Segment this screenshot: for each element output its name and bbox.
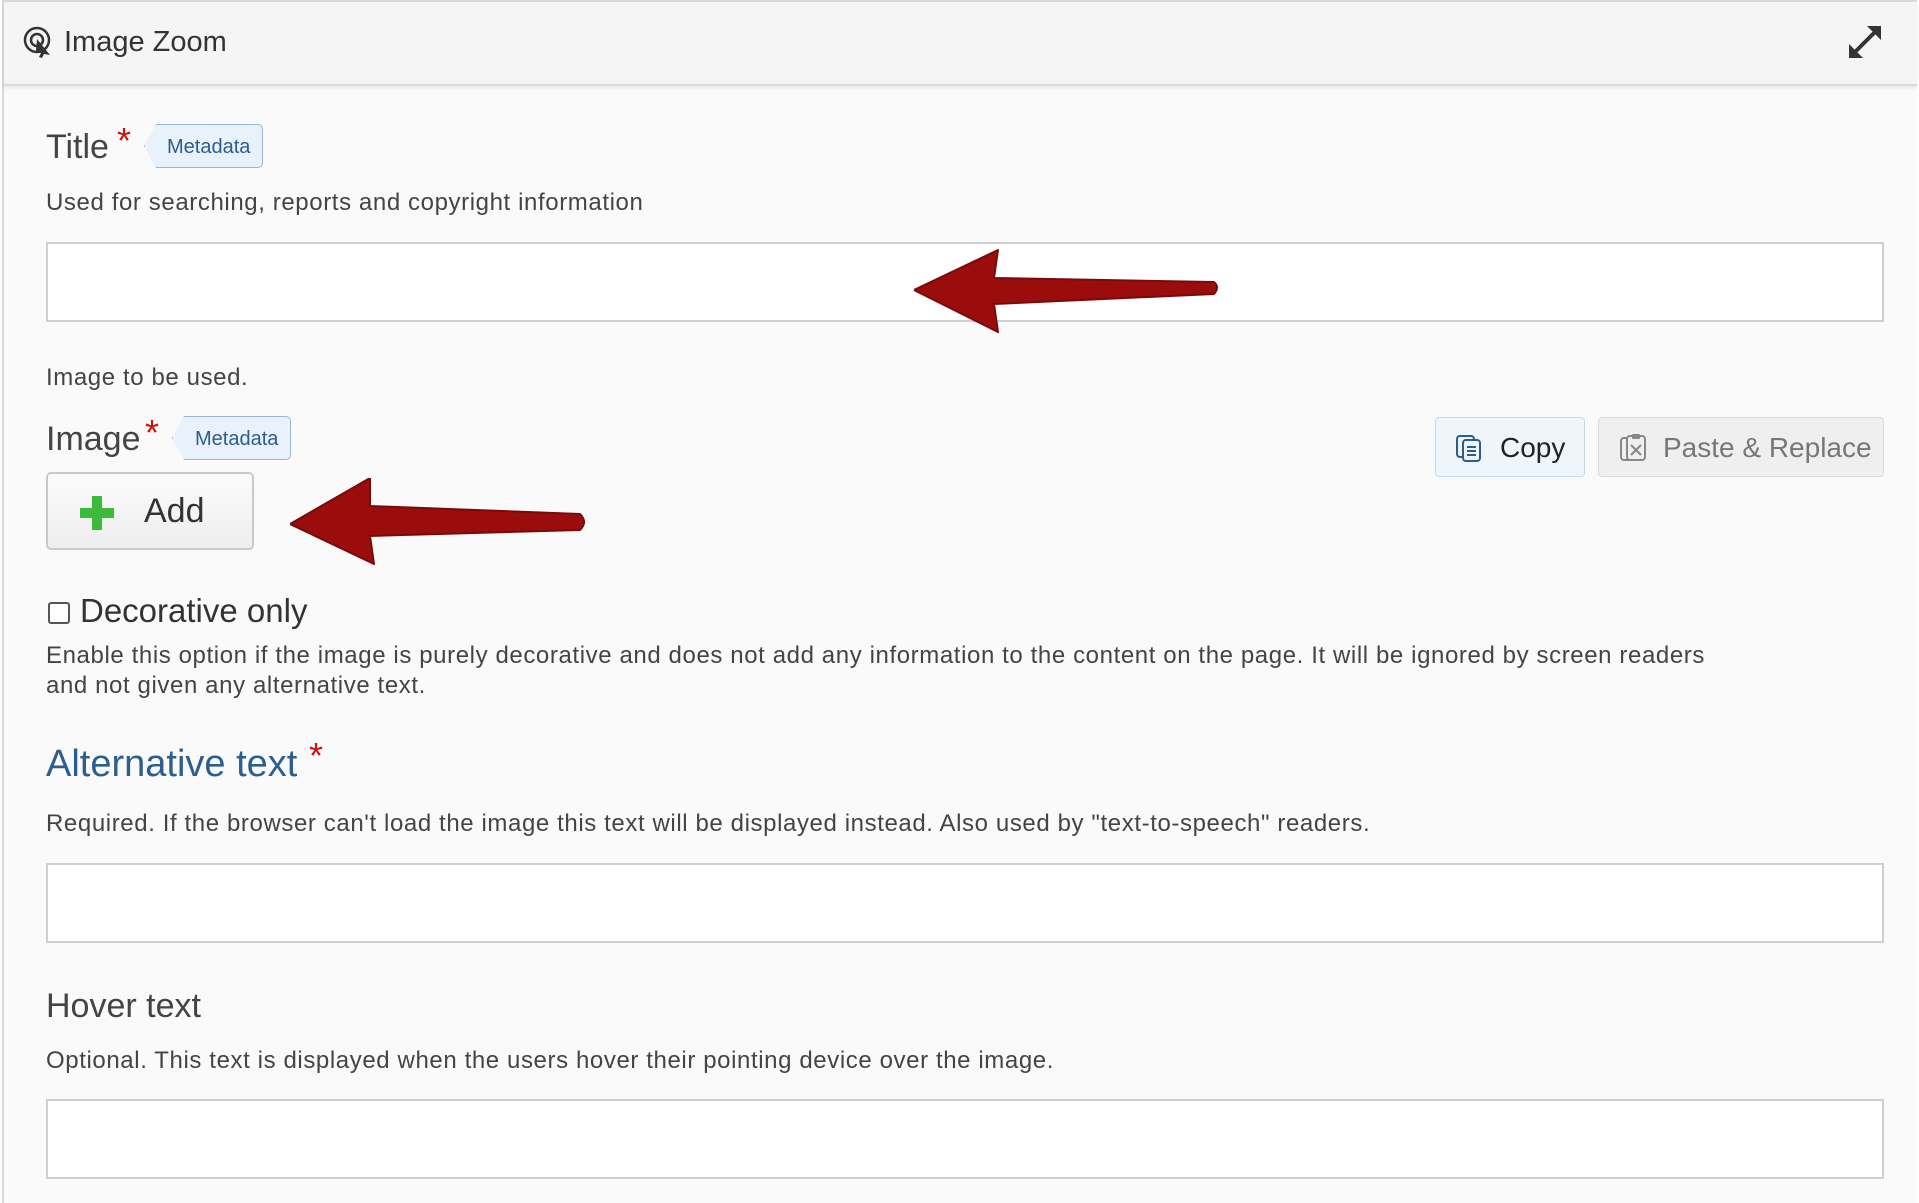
title-metadata-tag[interactable]: Metadata	[144, 124, 264, 168]
alt-text-description: Required. If the browser can't load the …	[46, 810, 1371, 837]
alt-text-required-marker: *	[309, 735, 324, 776]
image-label: Image	[46, 420, 141, 458]
add-image-button[interactable]: Add	[46, 472, 254, 550]
copy-button[interactable]: Copy	[1435, 417, 1585, 477]
decorative-description-line1: Enable this option if the image is purel…	[46, 642, 1705, 669]
annotation-arrow-title	[914, 249, 1218, 333]
annotation-arrow-add	[290, 478, 585, 565]
image-metadata-tag[interactable]: Metadata	[172, 416, 292, 460]
hover-text-description: Optional. This text is displayed when th…	[46, 1047, 1055, 1074]
title-required-marker: *	[117, 120, 132, 161]
paste-replace-icon	[1620, 434, 1646, 461]
paste-replace-button[interactable]: Paste & Replace	[1598, 417, 1884, 477]
pointer-click-icon	[23, 26, 51, 58]
plus-icon	[80, 496, 114, 530]
copy-icon	[1456, 435, 1481, 462]
decorative-only-checkbox[interactable]	[48, 602, 70, 624]
title-description: Used for searching, reports and copyrigh…	[46, 189, 644, 216]
paste-replace-label: Paste & Replace	[1663, 432, 1872, 463]
decorative-only-label[interactable]: Decorative only	[80, 592, 307, 630]
hover-text-input[interactable]	[46, 1099, 1884, 1179]
decorative-description-line2: and not given any alternative text.	[46, 672, 426, 699]
image-zoom-panel: Image Zoom Title * Metadata Used for sea…	[2, 0, 1917, 1203]
alt-text-input[interactable]	[46, 863, 1884, 943]
add-button-label: Add	[144, 492, 205, 530]
panel-title: Image Zoom	[64, 26, 227, 58]
alt-text-label: Alternative text	[46, 743, 298, 785]
hover-text-label: Hover text	[46, 987, 201, 1025]
image-required-marker: *	[145, 412, 160, 453]
copy-button-label: Copy	[1500, 432, 1566, 463]
expand-arrows-icon[interactable]	[1845, 22, 1885, 62]
title-label: Title	[46, 128, 109, 166]
panel-header: Image Zoom	[4, 2, 1917, 86]
image-description: Image to be used.	[46, 364, 249, 391]
